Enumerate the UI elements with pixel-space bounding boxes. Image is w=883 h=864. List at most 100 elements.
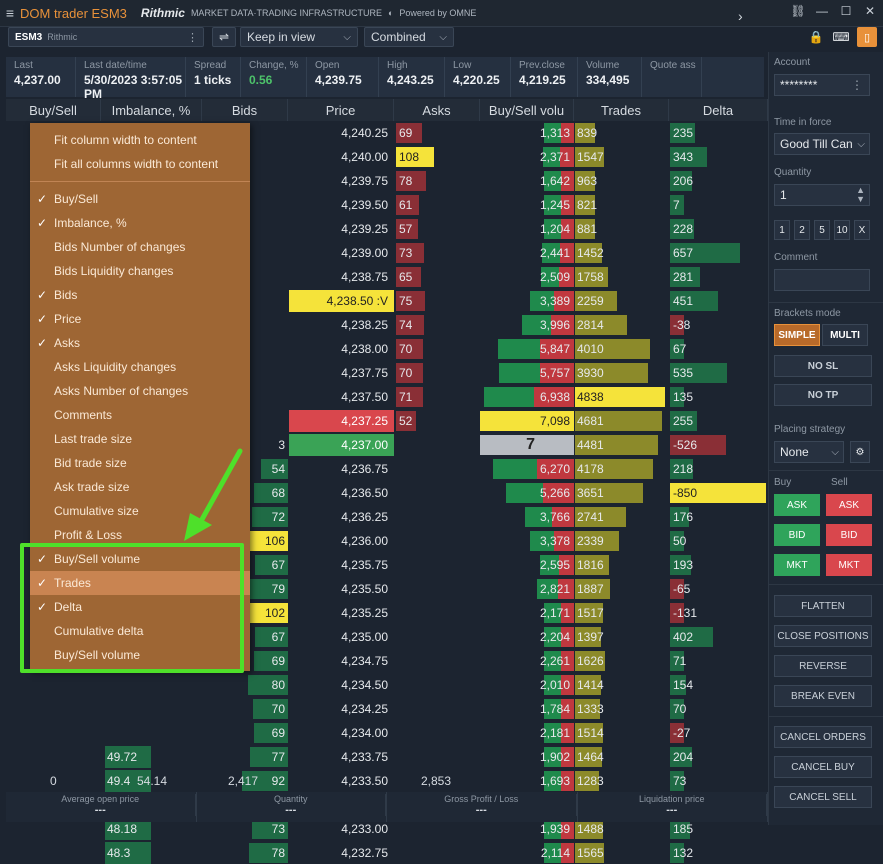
bid-cell[interactable]: 78 (201, 842, 285, 864)
sell-ask-button[interactable]: ASK (826, 494, 872, 516)
price-cell[interactable]: 4,239.75 (289, 170, 394, 192)
price-cell[interactable]: 4,235.75 (289, 554, 394, 576)
sell-bid-button[interactable]: BID (826, 524, 872, 546)
column-header[interactable]: Buy/Sell volu (480, 99, 574, 121)
more-icon[interactable]: ⋮ (187, 31, 198, 44)
column-header[interactable]: Buy/Sell (6, 99, 101, 121)
hamburger-icon[interactable]: ≡ (0, 5, 20, 21)
price-cell[interactable]: 4,235.25 (289, 602, 394, 624)
price-cell[interactable]: 4,233.75 (289, 746, 394, 768)
more-icon[interactable]: ⋮ (851, 78, 863, 92)
price-cell[interactable]: 4,235.00 (289, 626, 394, 648)
menu-item[interactable]: ✓ Bids (30, 283, 250, 307)
price-cell[interactable]: 4,236.75 (289, 458, 394, 480)
menu-item[interactable]: Comments (30, 403, 250, 427)
ask-cell[interactable]: 61 (399, 194, 412, 216)
account-field[interactable]: ******** ⋮ (774, 74, 870, 96)
menu-item[interactable]: Asks Number of changes (30, 379, 250, 403)
close-icon[interactable]: ✕ (863, 4, 877, 18)
flatten-button[interactable]: FLATTEN (774, 595, 872, 617)
tif-dropdown[interactable]: Good Till Can ⌵ (774, 133, 870, 155)
ask-cell[interactable]: 65 (399, 266, 412, 288)
close-positions-button[interactable]: CLOSE POSITIONS (774, 625, 872, 647)
buy-bid-button[interactable]: BID (774, 524, 820, 546)
menu-item[interactable]: Asks Liquidity changes (30, 355, 250, 379)
bid-cell[interactable]: 77 (201, 746, 285, 768)
price-cell[interactable]: 4,238.25 (289, 314, 394, 336)
price-cell[interactable]: 4,236.25 (289, 506, 394, 528)
ask-cell[interactable]: 57 (399, 218, 412, 240)
quantity-preset-button[interactable]: 10 (834, 220, 850, 240)
quantity-stepper[interactable]: 1 ▲ ▼ (774, 184, 870, 206)
ask-cell[interactable]: 52 (399, 410, 412, 432)
cancel-orders-button[interactable]: CANCEL ORDERS (774, 726, 872, 748)
column-header[interactable]: Price (288, 99, 394, 121)
reverse-button[interactable]: REVERSE (774, 655, 872, 677)
comment-input[interactable] (774, 269, 870, 291)
price-cell[interactable]: 4,237.00 (289, 434, 394, 456)
price-cell[interactable]: 4,238.50 :V (289, 290, 394, 312)
link-icon[interactable]: ⛓ (790, 4, 805, 18)
dom-row[interactable]: 48.3 78 4,232.75 2,114 1565 132 (6, 842, 768, 864)
ask-cell[interactable]: 70 (399, 362, 412, 384)
quantity-preset-button[interactable]: 5 (814, 220, 830, 240)
cancel-buy-button[interactable]: CANCEL BUY (774, 756, 872, 778)
break-even-button[interactable]: BREAK EVEN (774, 685, 872, 707)
ask-cell[interactable]: 78 (399, 170, 412, 192)
buy-mkt-button[interactable]: MKT (774, 554, 820, 576)
price-cell[interactable]: 4,239.25 (289, 218, 394, 240)
chevron-right-icon[interactable]: › (738, 8, 743, 24)
bid-cell[interactable]: 70 (201, 698, 285, 720)
column-header[interactable]: Trades (574, 99, 669, 121)
menu-item[interactable]: ✓ Price (30, 307, 250, 331)
ask-cell[interactable]: 70 (399, 338, 412, 360)
price-cell[interactable]: 4,238.00 (289, 338, 394, 360)
ask-cell[interactable]: 69 (399, 122, 412, 144)
keyboard-icon[interactable]: ⌨ (831, 27, 851, 47)
dom-row[interactable]: 49.72 77 4,233.75 1,902 1464 204 (6, 746, 768, 768)
cancel-sell-button[interactable]: CANCEL SELL (774, 786, 872, 808)
price-cell[interactable]: 4,237.50 (289, 386, 394, 408)
column-header[interactable]: Bids (202, 99, 288, 121)
dom-row[interactable]: 69 4,234.00 2,181 1514 -27 (6, 722, 768, 744)
price-cell[interactable]: 4,240.00 (289, 146, 394, 168)
menu-item[interactable]: Fit column width to content (30, 128, 250, 152)
grouping-dropdown[interactable]: Combined ⌵ (364, 27, 454, 47)
maximize-icon[interactable]: ☐ (839, 4, 853, 18)
menu-item[interactable]: ✓ Buy/Sell (30, 187, 250, 211)
price-cell[interactable]: 4,236.50 (289, 482, 394, 504)
simple-mode-button[interactable]: SIMPLE (774, 324, 820, 346)
price-cell[interactable]: 4,234.50 (289, 674, 394, 696)
symbol-selector[interactable]: ESM3 Rithmic ⋮ (8, 27, 204, 47)
quantity-preset-button[interactable]: 2 (794, 220, 810, 240)
price-cell[interactable]: 4,232.75 (289, 842, 394, 864)
ask-cell[interactable]: 108 (399, 146, 419, 168)
view-mode-dropdown[interactable]: Keep in view ⌵ (240, 27, 358, 47)
menu-item[interactable]: Fit all columns width to content (30, 152, 250, 176)
ask-cell[interactable]: 75 (399, 290, 412, 312)
no-sl-button[interactable]: NO SL (774, 355, 872, 377)
price-cell[interactable]: 4,237.75 (289, 362, 394, 384)
menu-item[interactable]: ✓ Imbalance, % (30, 211, 250, 235)
buy-ask-button[interactable]: ASK (774, 494, 820, 516)
menu-item[interactable]: ✓ Asks (30, 331, 250, 355)
price-cell[interactable]: 4,239.50 (289, 194, 394, 216)
stepper-arrows-icon[interactable]: ▲ ▼ (856, 186, 865, 204)
no-tp-button[interactable]: NO TP (774, 384, 872, 406)
column-header[interactable]: Delta (669, 99, 768, 121)
column-header[interactable]: Imbalance, % (101, 99, 202, 121)
menu-item[interactable]: Bids Liquidity changes (30, 259, 250, 283)
price-cell[interactable]: 4,235.50 (289, 578, 394, 600)
lock-icon[interactable]: 🔒 (806, 27, 826, 47)
ask-cell[interactable]: 74 (399, 314, 412, 336)
minimize-icon[interactable]: — (815, 4, 829, 18)
gear-icon[interactable]: ⚙ (850, 441, 870, 463)
ask-cell[interactable]: 71 (399, 386, 412, 408)
sell-mkt-button[interactable]: MKT (826, 554, 872, 576)
column-header[interactable]: Asks (394, 99, 480, 121)
quantity-preset-button[interactable]: X (854, 220, 870, 240)
dom-row[interactable]: 80 4,234.50 2,010 1414 154 (6, 674, 768, 696)
menu-item[interactable]: Bids Number of changes (30, 235, 250, 259)
align-icon[interactable]: ⇌ (212, 27, 236, 47)
price-cell[interactable]: 4,234.25 (289, 698, 394, 720)
